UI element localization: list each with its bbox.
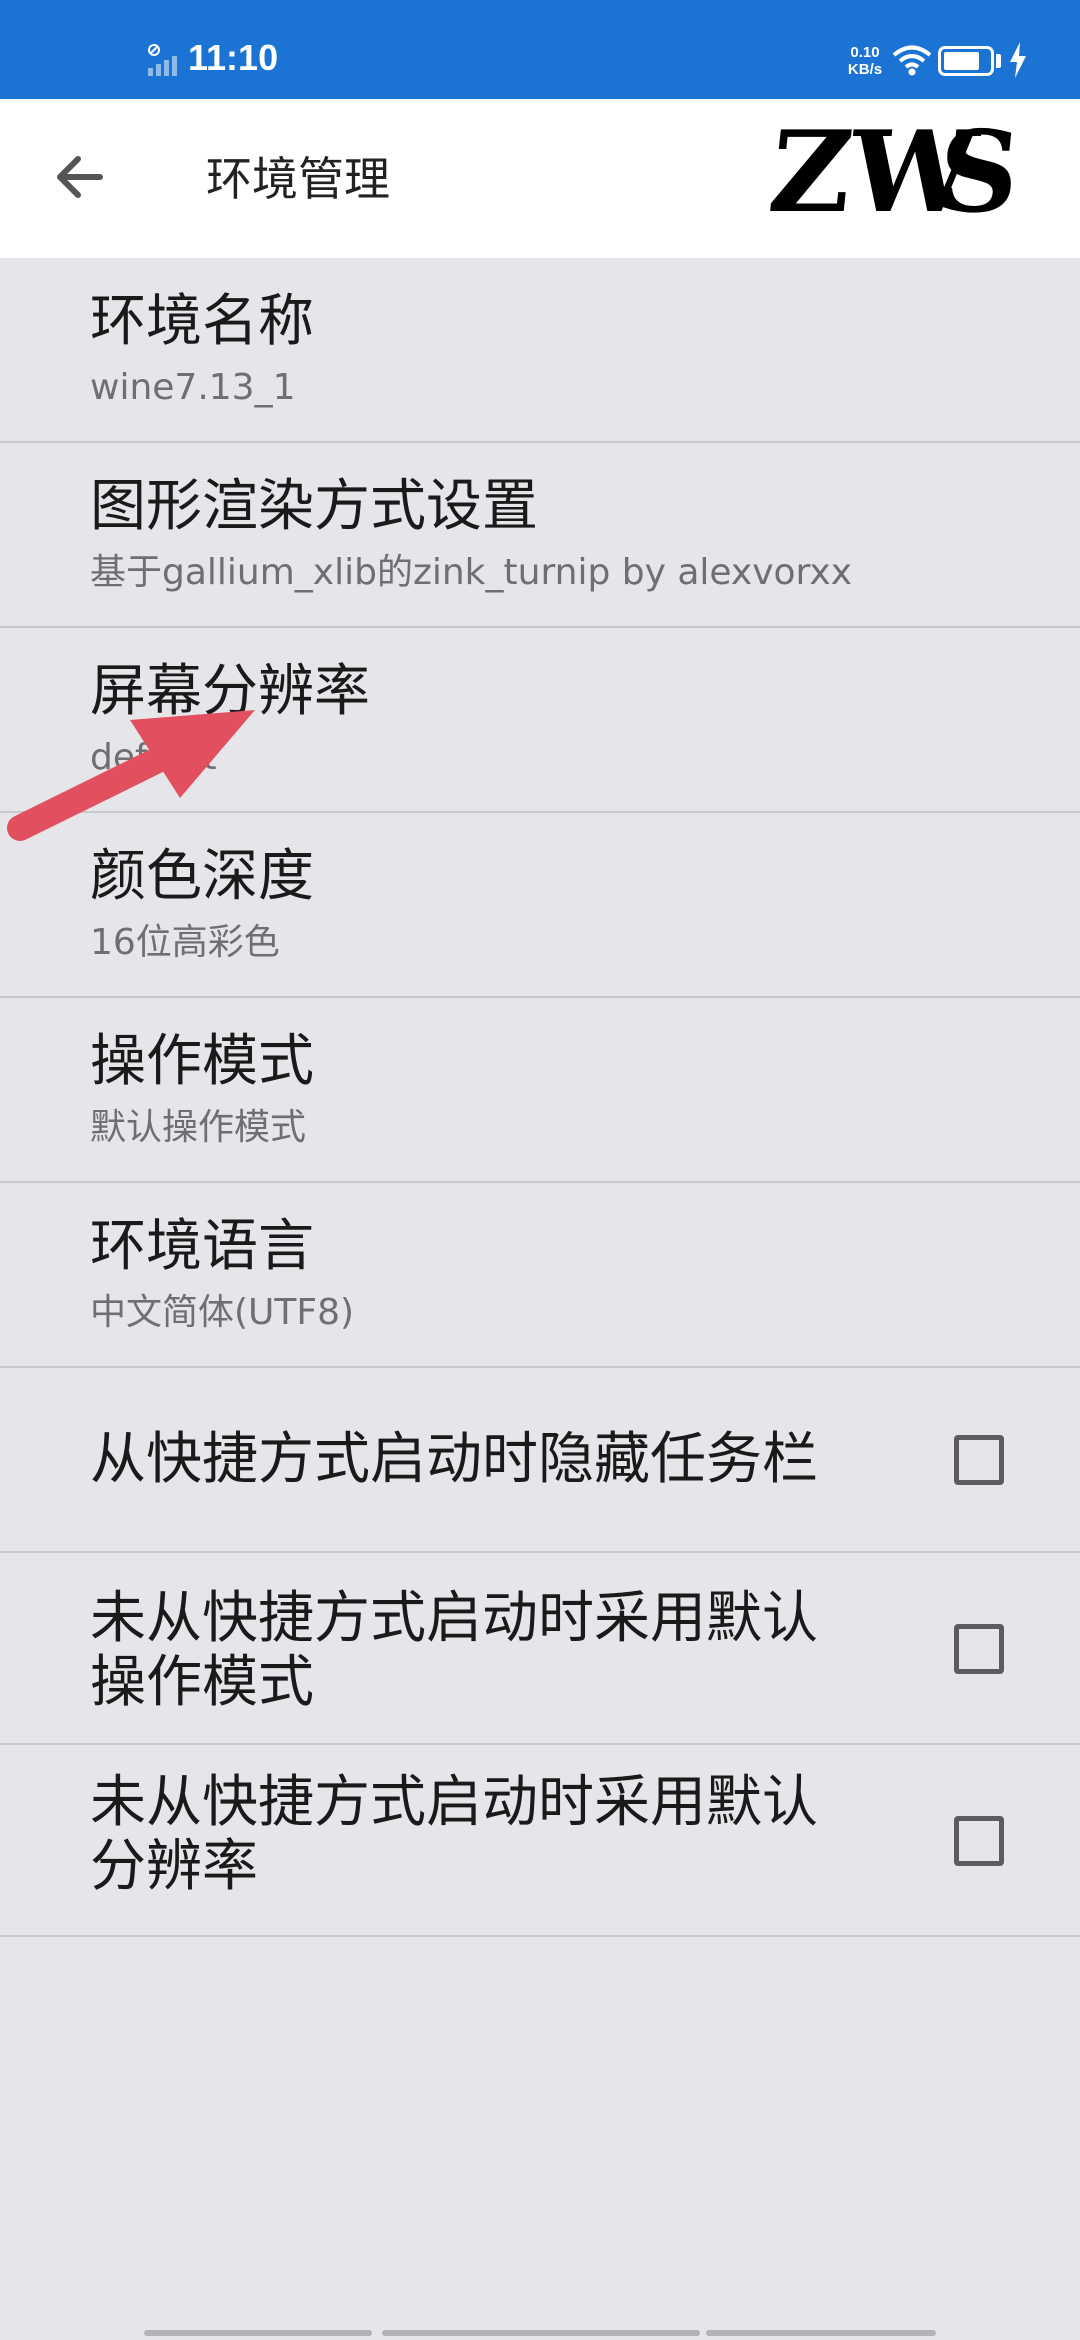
setting-title: 未从快捷方式启动时采用默认 操作模式	[90, 1587, 940, 1715]
setting-title: 颜色深度	[90, 844, 314, 909]
network-speed: 0.10 KB/s	[840, 44, 890, 78]
network-speed-value: 0.10	[850, 44, 880, 61]
setting-title: 未从快捷方式启动时采用默认 分辨率	[90, 1771, 940, 1899]
charging-icon	[1010, 42, 1026, 78]
setting-default-operation-mode[interactable]: 未从快捷方式启动时采用默认 操作模式	[0, 1553, 1080, 1745]
setting-subtitle: wine7.13_1	[90, 367, 296, 408]
default-operation-mode-checkbox[interactable]	[954, 1624, 1004, 1674]
back-arrow-icon[interactable]	[44, 141, 116, 213]
status-bar: 11:10 0.10 KB/s	[0, 0, 1080, 99]
setting-subtitle: 基于gallium_xlib的zink_turnip by alexvorxx	[90, 552, 852, 593]
app-bar: 环境管理 Z W S	[0, 99, 1080, 258]
setting-operation-mode[interactable]: 操作模式 默认操作模式	[0, 998, 1080, 1183]
setting-title: 从快捷方式启动时隐藏任务栏	[90, 1427, 818, 1492]
signal-icon	[148, 44, 177, 76]
setting-subtitle: default	[90, 737, 217, 778]
wifi-icon	[892, 45, 932, 76]
battery-tip	[996, 54, 1001, 68]
navigation-bar	[0, 2326, 1080, 2340]
watermark-letter: S	[931, 107, 1026, 238]
setting-title: 屏幕分辨率	[90, 659, 370, 724]
watermark-logo: Z W S	[763, 107, 1026, 238]
setting-title-line: 操作模式	[90, 1650, 314, 1715]
nav-gesture-segment[interactable]	[382, 2330, 700, 2336]
settings-list: 环境名称 wine7.13_1 图形渲染方式设置 基于gallium_xlib的…	[0, 258, 1080, 1937]
setting-color-depth[interactable]: 颜色深度 16位高彩色	[0, 813, 1080, 998]
setting-environment-name[interactable]: 环境名称 wine7.13_1	[0, 258, 1080, 443]
setting-subtitle: 默认操作模式	[90, 1107, 307, 1148]
setting-default-resolution[interactable]: 未从快捷方式启动时采用默认 分辨率	[0, 1745, 1080, 1937]
setting-title: 操作模式	[90, 1029, 314, 1094]
setting-subtitle: 中文简体(UTF8)	[90, 1292, 355, 1333]
setting-subtitle: 16位高彩色	[90, 922, 280, 963]
default-resolution-checkbox[interactable]	[954, 1816, 1004, 1866]
setting-hide-taskbar[interactable]: 从快捷方式启动时隐藏任务栏	[0, 1368, 1080, 1553]
setting-environment-language[interactable]: 环境语言 中文简体(UTF8)	[0, 1183, 1080, 1368]
setting-title-line: 分辨率	[90, 1834, 258, 1899]
battery-level	[944, 52, 979, 70]
network-speed-unit: KB/s	[847, 61, 883, 78]
setting-title: 环境名称	[90, 289, 314, 354]
setting-title-line: 未从快捷方式启动时采用默认	[90, 1770, 818, 1835]
battery-icon	[938, 46, 994, 76]
page-title: 环境管理	[206, 152, 390, 206]
watermark-letter: Z	[763, 107, 859, 238]
setting-title-line: 未从快捷方式启动时采用默认	[90, 1586, 818, 1651]
setting-title: 环境语言	[90, 1214, 314, 1279]
setting-title: 图形渲染方式设置	[90, 474, 538, 539]
nav-gesture-segment[interactable]	[144, 2330, 372, 2336]
clock: 11:10	[188, 37, 279, 78]
setting-render-mode[interactable]: 图形渲染方式设置 基于gallium_xlib的zink_turnip by a…	[0, 443, 1080, 628]
nav-gesture-segment[interactable]	[706, 2330, 936, 2336]
setting-screen-resolution[interactable]: 屏幕分辨率 default	[0, 628, 1080, 813]
hide-taskbar-checkbox[interactable]	[954, 1435, 1004, 1485]
